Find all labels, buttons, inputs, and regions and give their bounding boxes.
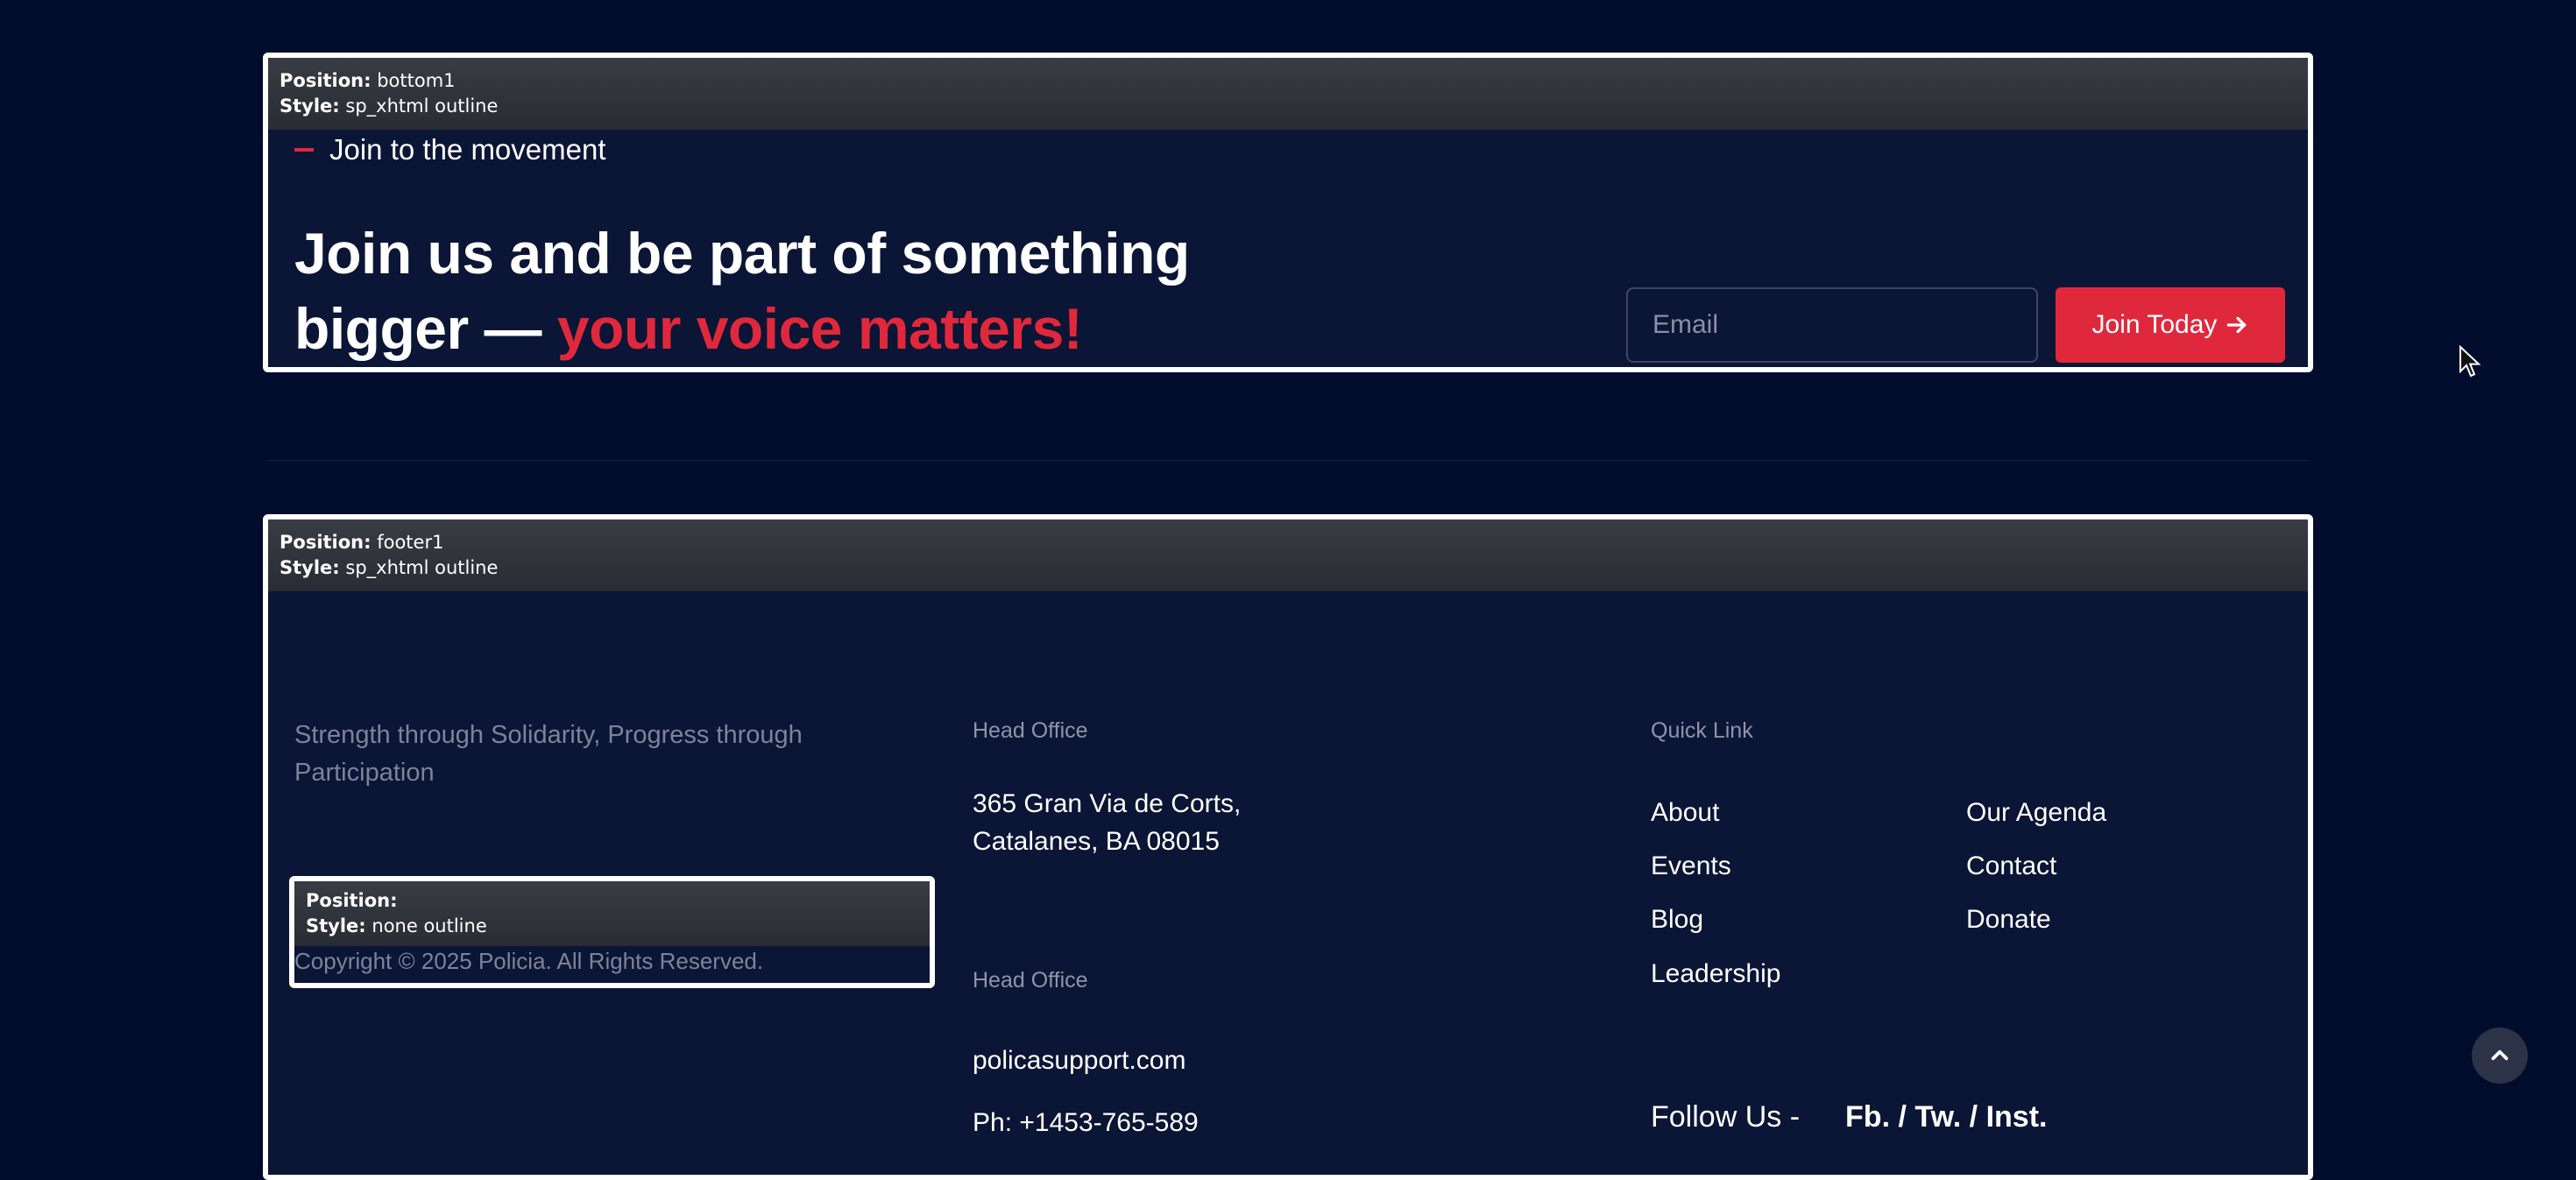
quick-link-our-agenda[interactable]: Our Agenda: [1966, 798, 2106, 828]
quick-link-events[interactable]: Events: [1651, 851, 1731, 881]
headline-line-2: bigger —: [294, 296, 557, 361]
style-value: sp_xhtml outline: [345, 557, 499, 578]
headline-line-1: Join us and be part of something: [294, 221, 1190, 286]
position-label: Position:: [306, 890, 398, 911]
website-link[interactable]: policasupport.com: [973, 1046, 1185, 1076]
head-office-label: Head Office: [973, 718, 1088, 743]
style-value: none outline: [372, 915, 487, 936]
module-position-header: Position: footer1 Style: sp_xhtml outlin…: [268, 519, 2308, 591]
section-subtitle: Join to the movement: [294, 133, 606, 166]
chevron-up-icon: [2491, 1049, 2509, 1061]
join-today-button[interactable]: Join Today: [2056, 287, 2285, 363]
arrow-right-icon: [2227, 316, 2247, 334]
office-address: 365 Gran Via de Corts, Catalanes, BA 080…: [973, 785, 1241, 860]
follow-label: Follow Us -: [1651, 1100, 1801, 1134]
copyright-module: Position: Style: none outline Copyright …: [289, 876, 935, 988]
style-label: Style:: [280, 557, 340, 578]
dash-icon: [294, 148, 314, 152]
position-value: bottom1: [377, 70, 456, 91]
quick-link-donate[interactable]: Donate: [1966, 905, 2051, 935]
copyright-text: Copyright © 2025 Policia. All Rights Res…: [294, 948, 764, 974]
footer1-module: Position: footer1 Style: sp_xhtml outlin…: [263, 514, 2313, 1180]
follow-us: Follow Us - Fb. / Tw. / Inst.: [1651, 1100, 2047, 1134]
address-line-2: Catalanes, BA 08015: [973, 827, 1220, 856]
phone-number[interactable]: Ph: +1453-765-589: [973, 1108, 1199, 1138]
footer-tagline: Strength through Solidarity, Progress th…: [294, 721, 803, 787]
position-value: footer1: [377, 532, 444, 553]
section-divider: [267, 460, 2309, 461]
address-line-1: 365 Gran Via de Corts,: [973, 789, 1242, 818]
bottom1-module: Position: bottom1 Style: sp_xhtml outlin…: [263, 53, 2313, 372]
quick-link-contact[interactable]: Contact: [1966, 851, 2056, 881]
module-position-header: Position: bottom1 Style: sp_xhtml outlin…: [268, 58, 2308, 130]
join-button-label: Join Today: [2091, 310, 2218, 339]
quick-link-label: Quick Link: [1651, 718, 1753, 743]
subtitle-text: Join to the movement: [329, 133, 606, 166]
quick-link-blog[interactable]: Blog: [1651, 905, 1703, 935]
headline-accent: your voice matters!: [556, 296, 1083, 361]
head-office-label-2: Head Office: [973, 968, 1088, 993]
position-label: Position:: [280, 532, 372, 553]
quick-link-leadership[interactable]: Leadership: [1651, 959, 1780, 989]
mouse-pointer-icon: [2459, 345, 2481, 378]
scroll-to-top-button[interactable]: [2472, 1028, 2528, 1084]
position-label: Position:: [280, 70, 372, 91]
email-input[interactable]: [1626, 287, 2038, 363]
quick-link-about[interactable]: About: [1651, 798, 1719, 828]
section-headline: Join us and be part of something bigger …: [294, 216, 1190, 366]
style-value: sp_xhtml outline: [345, 95, 499, 117]
module-position-header: Position: Style: none outline: [294, 881, 930, 946]
style-label: Style:: [280, 95, 340, 117]
social-links[interactable]: Fb. / Tw. / Inst.: [1845, 1100, 2047, 1134]
style-label: Style:: [306, 915, 366, 936]
